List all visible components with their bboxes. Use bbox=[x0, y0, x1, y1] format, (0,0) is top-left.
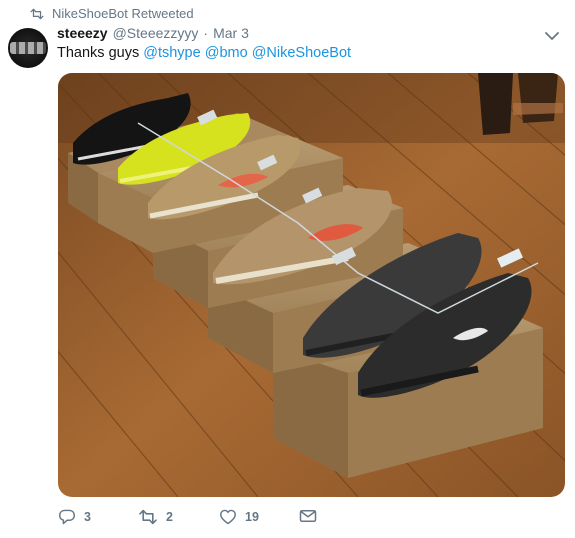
retweet-banner[interactable]: NikeShoeBot Retweeted bbox=[30, 6, 194, 21]
author-name[interactable]: steeezy bbox=[57, 25, 108, 41]
envelope-icon bbox=[299, 510, 317, 522]
reply-icon bbox=[59, 509, 76, 525]
tweet-date[interactable]: Mar 3 bbox=[213, 25, 249, 41]
tweet-photo[interactable] bbox=[58, 73, 565, 497]
retweet-icon bbox=[30, 8, 44, 19]
direct-message-button[interactable] bbox=[299, 509, 317, 523]
retweeted-by-label: NikeShoeBot Retweeted bbox=[52, 6, 194, 21]
chevron-down-icon bbox=[545, 32, 559, 40]
more-options-button[interactable] bbox=[545, 28, 559, 46]
heart-icon bbox=[220, 509, 236, 525]
tweet-text-prefix: Thanks guys bbox=[57, 45, 144, 61]
separator-dot: · bbox=[203, 25, 209, 41]
mention-link[interactable]: @NikeShoeBot bbox=[252, 45, 351, 61]
reply-button[interactable]: 3 bbox=[58, 509, 91, 525]
author-handle[interactable]: @Steeezzyyy bbox=[113, 25, 199, 41]
mention-link[interactable]: @bmo bbox=[205, 45, 248, 61]
avatar[interactable] bbox=[8, 28, 48, 68]
retweet-button[interactable]: 2 bbox=[138, 509, 173, 525]
retweet-icon bbox=[139, 509, 157, 525]
mention-link[interactable]: @tshype bbox=[143, 45, 200, 61]
retweet-count: 2 bbox=[166, 510, 173, 524]
tweet-header: steeezy @Steeezzyyy · Mar 3 bbox=[57, 25, 249, 41]
tweet-text: Thanks guys @tshype @bmo @NikeShoeBot bbox=[57, 45, 351, 61]
like-button[interactable]: 19 bbox=[219, 509, 259, 525]
like-count: 19 bbox=[245, 510, 259, 524]
tweet-actions: 3 2 19 bbox=[58, 509, 358, 529]
sneakers-on-boxes-image bbox=[58, 73, 565, 497]
reply-count: 3 bbox=[84, 510, 91, 524]
